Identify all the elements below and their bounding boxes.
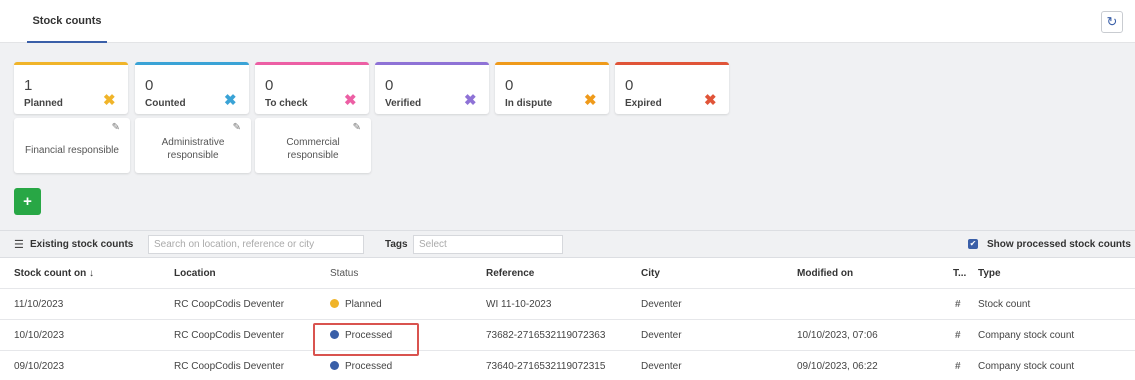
column-header-city[interactable]: City	[641, 258, 660, 289]
close-icon[interactable]: ✖	[704, 91, 717, 109]
status-card-to-check[interactable]: 0 To check ✖	[255, 62, 369, 114]
cell-reference: WI 11-10-2023	[486, 299, 552, 310]
hash-icon: #	[955, 299, 961, 310]
status-card-counted[interactable]: 0 Counted ✖	[135, 62, 249, 114]
close-icon[interactable]: ✖	[584, 91, 597, 109]
status-label: Counted	[145, 98, 186, 109]
cell-location: RC CoopCodis Deventer	[174, 361, 285, 372]
close-icon[interactable]: ✖	[224, 91, 237, 109]
cell-date: 11/10/2023	[14, 299, 64, 310]
cell-status: Planned	[330, 289, 382, 320]
close-icon[interactable]: ✖	[464, 91, 477, 109]
responsible-card-commercial[interactable]: ✎ Commercial responsible	[255, 118, 371, 173]
highlight-box	[313, 323, 419, 356]
add-stock-count-button[interactable]: +	[14, 188, 41, 215]
table-row[interactable]: 10/10/2023 RC CoopCodis Deventer Process…	[0, 320, 1135, 351]
tags-select[interactable]: Select	[413, 235, 563, 254]
edit-icon[interactable]: ✎	[353, 122, 361, 133]
responsible-label: Financial responsible	[25, 145, 119, 156]
status-dot	[330, 299, 339, 308]
column-header-reference[interactable]: Reference	[486, 258, 534, 289]
column-header-stock-count-on[interactable]: Stock count on ↓	[14, 258, 94, 289]
top-bar: Stock counts ↻	[0, 0, 1135, 43]
status-count: 0	[625, 77, 634, 94]
cell-reference: 73640-2716532119072315	[486, 361, 606, 372]
cell-city: Deventer	[641, 330, 682, 341]
status-card-planned[interactable]: 1 Planned ✖	[14, 62, 128, 114]
cell-type: Company stock count	[978, 361, 1075, 372]
list-icon: ☰	[14, 239, 24, 251]
cell-location: RC CoopCodis Deventer	[174, 330, 285, 341]
cell-type: Stock count	[978, 299, 1031, 310]
tags-label: Tags	[385, 239, 408, 250]
refresh-button[interactable]: ↻	[1101, 11, 1123, 33]
responsible-label: Commercial responsible	[286, 137, 340, 161]
status-count: 0	[505, 77, 514, 94]
status-label: To check	[265, 98, 308, 109]
status-label: In dispute	[505, 98, 553, 109]
status-count: 0	[145, 77, 154, 94]
responsible-card-administrative[interactable]: ✎ Administrative responsible	[135, 118, 251, 173]
tab-stock-counts[interactable]: Stock counts	[27, 0, 107, 43]
status-card-verified[interactable]: 0 Verified ✖	[375, 62, 489, 114]
existing-stock-counts-title: Existing stock counts	[30, 239, 134, 250]
hash-icon: #	[955, 361, 961, 372]
column-header-location[interactable]: Location	[174, 258, 216, 289]
responsible-label: Administrative responsible	[161, 137, 225, 161]
column-header-t[interactable]: T...	[953, 258, 966, 289]
search-input[interactable]	[148, 235, 364, 254]
column-header-status[interactable]: Status	[330, 258, 358, 289]
stock-counts-table: Stock count on ↓ Location Status Referen…	[0, 258, 1135, 380]
cell-city: Deventer	[641, 361, 682, 372]
cell-modified-on: 09/10/2023, 06:22	[797, 361, 878, 372]
column-header-type[interactable]: Type	[978, 258, 1001, 289]
table-row[interactable]: 09/10/2023 RC CoopCodis Deventer Process…	[0, 351, 1135, 380]
show-processed-checkbox[interactable]: ✔	[968, 239, 978, 249]
status-count: 0	[265, 77, 274, 94]
cell-location: RC CoopCodis Deventer	[174, 299, 285, 310]
status-count: 1	[24, 77, 33, 94]
table-header: Stock count on ↓ Location Status Referen…	[0, 258, 1135, 289]
close-icon[interactable]: ✖	[344, 91, 357, 109]
status-dot	[330, 361, 339, 370]
column-header-modified-on[interactable]: Modified on	[797, 258, 853, 289]
edit-icon[interactable]: ✎	[112, 122, 120, 133]
show-processed-label[interactable]: Show processed stock counts	[987, 239, 1131, 250]
cell-date: 10/10/2023	[14, 330, 65, 341]
filter-bar: ☰ Existing stock counts Tags Select ✔ Sh…	[0, 230, 1135, 258]
cell-city: Deventer	[641, 299, 682, 310]
refresh-icon: ↻	[1106, 14, 1118, 29]
cell-reference: 73682-2716532119072363	[486, 330, 606, 341]
table-row[interactable]: 11/10/2023 RC CoopCodis Deventer Planned…	[0, 289, 1135, 320]
status-count: 0	[385, 77, 394, 94]
cell-type: Company stock count	[978, 330, 1075, 341]
cell-modified-on: 10/10/2023, 07:06	[797, 330, 878, 341]
status-label: Verified	[385, 98, 422, 109]
status-label: Planned	[24, 98, 63, 109]
edit-icon[interactable]: ✎	[233, 122, 241, 133]
status-card-expired[interactable]: 0 Expired ✖	[615, 62, 729, 114]
close-icon[interactable]: ✖	[103, 91, 116, 109]
status-label: Expired	[625, 98, 662, 109]
responsible-card-financial[interactable]: ✎ Financial responsible	[14, 118, 130, 173]
status-card-in-dispute[interactable]: 0 In dispute ✖	[495, 62, 609, 114]
cell-date: 09/10/2023	[14, 361, 65, 372]
hash-icon: #	[955, 330, 961, 341]
